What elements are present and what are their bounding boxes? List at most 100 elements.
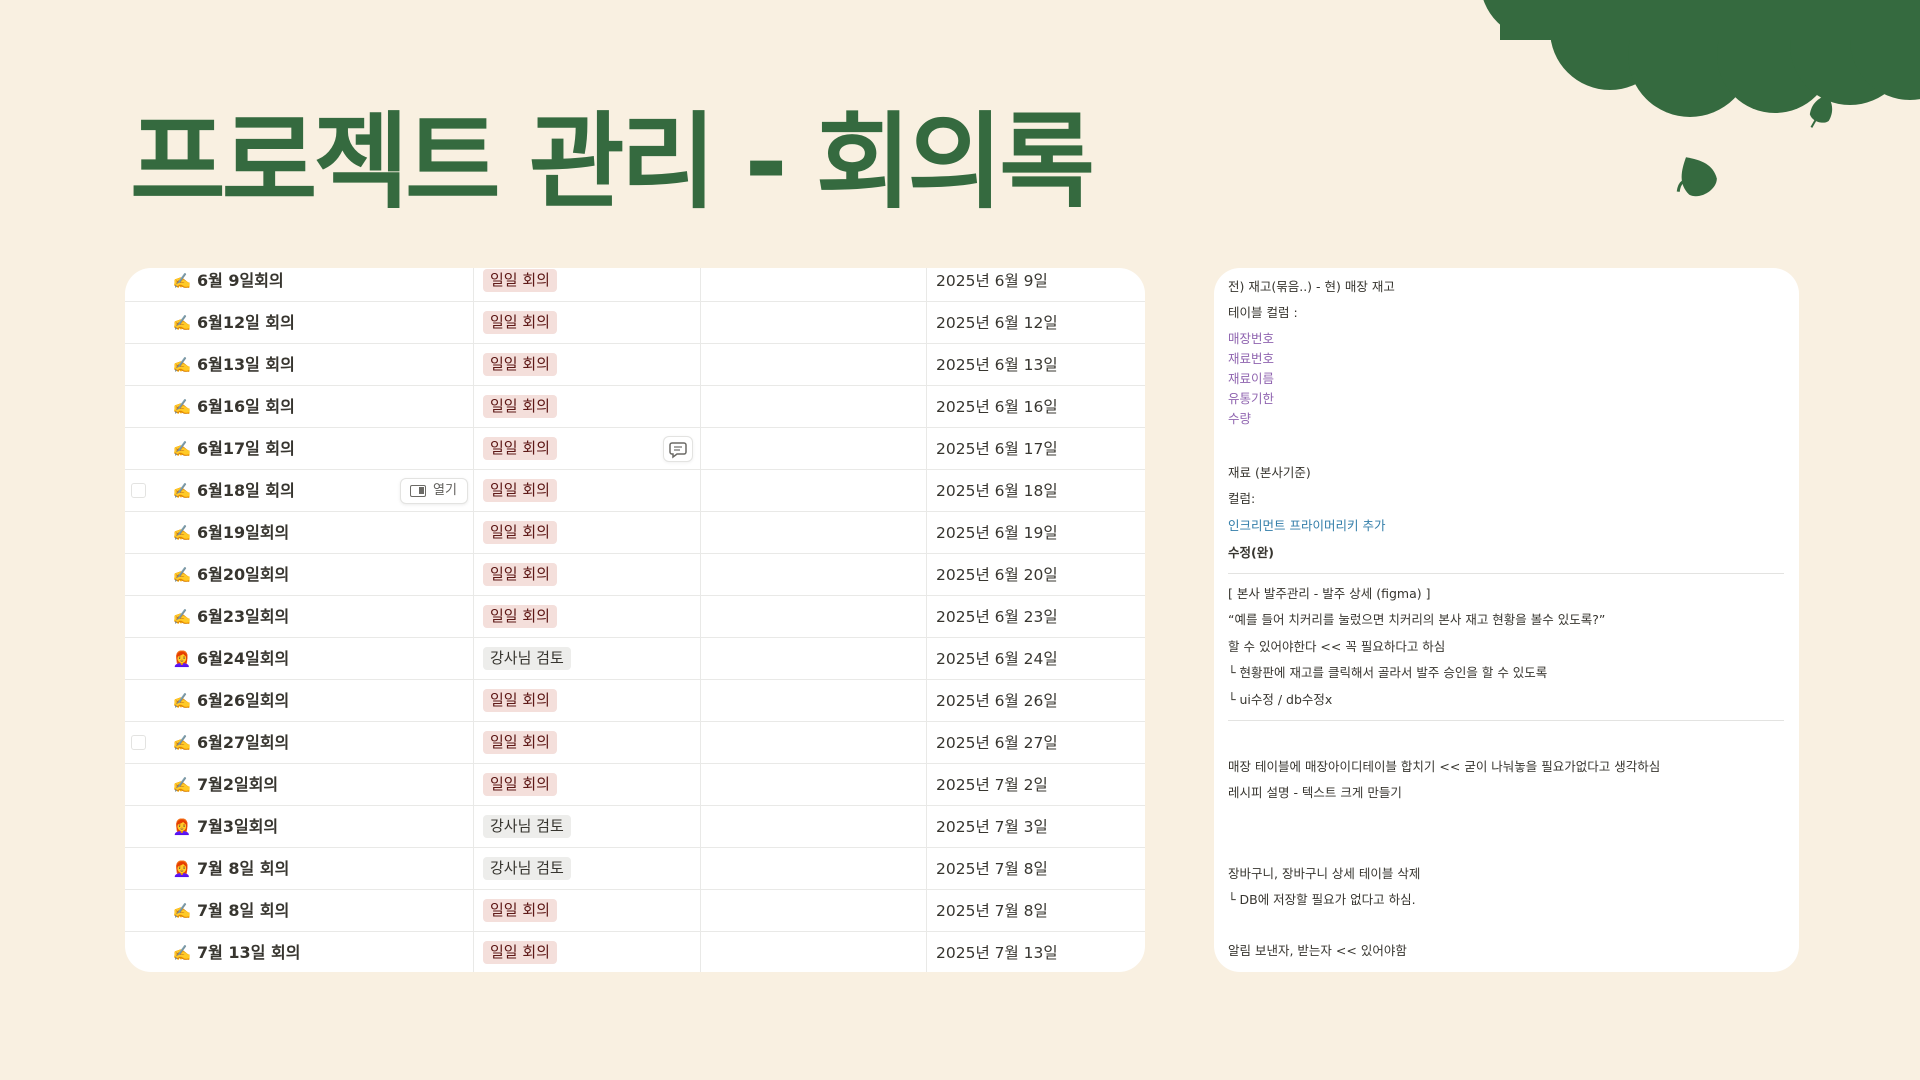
meeting-date: 2025년 7월 8일 [936,860,1048,878]
meeting-title-link[interactable]: 6월24일회의 [197,638,289,680]
note-line: 레시피 설명 - 텍스트 크게 만들기 [1228,785,1402,800]
note-line: [ 본사 발주관리 - 발주 상세 (figma) ] [1228,586,1431,601]
meeting-title-link[interactable]: 6월27일회의 [197,722,289,764]
table-row[interactable]: ✍️ 6월16일 회의 일일 회의 2025년 6월 16일 [125,386,1145,428]
meeting-title-link[interactable]: 6월 9일회의 [197,268,284,302]
writing-hand-icon: ✍️ [172,398,192,416]
table-row[interactable]: ✍️ 7월 8일 회의 일일 회의 2025년 7월 8일 [125,890,1145,932]
open-label: 열기 [433,483,457,498]
table-row[interactable]: 👩‍🦰 7월3일회의 강사님 검토 2025년 7월 3일 [125,806,1145,848]
table-row[interactable]: ✍️ 7월2일회의 일일 회의 2025년 7월 2일 [125,764,1145,806]
meeting-date: 2025년 6월 16일 [936,398,1058,416]
writing-hand-icon: ✍️ [172,734,192,752]
tag-daily-meeting[interactable]: 일일 회의 [483,437,557,460]
table-row[interactable]: ✍️ 6월20일회의 일일 회의 2025년 6월 20일 [125,554,1145,596]
tag-instructor-review[interactable]: 강사님 검토 [483,647,571,670]
comment-icon[interactable] [663,436,693,462]
meeting-date: 2025년 6월 20일 [936,566,1058,584]
meeting-date: 2025년 6월 9일 [936,272,1048,290]
note-line: 수정(완) [1228,545,1274,560]
writing-hand-icon: ✍️ [172,902,192,920]
meeting-title-link[interactable]: 7월3일회의 [197,806,278,848]
meeting-date: 2025년 6월 26일 [936,692,1058,710]
table-row[interactable]: ✍️ 6월23일회의 일일 회의 2025년 6월 23일 [125,596,1145,638]
note-line[interactable]: 인크리먼트 프라이머리키 추가 [1228,517,1385,535]
meeting-date: 2025년 6월 17일 [936,440,1058,458]
writing-hand-icon: ✍️ [172,314,192,332]
tag-daily-meeting[interactable]: 일일 회의 [483,353,557,376]
table-row[interactable]: ✍️ 6월12일 회의 일일 회의 2025년 6월 12일 [125,302,1145,344]
note-line: 수량 [1228,411,1252,426]
meeting-title-link[interactable]: 6월13일 회의 [197,344,295,386]
note-line: 테이블 컬럼 : [1228,305,1298,320]
note-line: “예를 들어 치커리를 눌렀으면 치커리의 본사 재고 현황을 볼수 있도록?” [1228,612,1606,627]
note-line: 재료 (본사기준) [1228,465,1311,480]
tag-daily-meeting[interactable]: 일일 회의 [483,605,557,628]
row-checkbox[interactable] [131,735,146,750]
meeting-title-link[interactable]: 6월17일 회의 [197,428,295,470]
note-line: 유통기한 [1228,391,1275,406]
table-row[interactable]: ✍️ 6월13일 회의 일일 회의 2025년 6월 13일 [125,344,1145,386]
table-row[interactable]: ✍️ 6월27일회의 일일 회의 2025년 6월 27일 [125,722,1145,764]
tag-daily-meeting[interactable]: 일일 회의 [483,563,557,586]
note-line: 매장번호 [1228,331,1275,346]
tag-daily-meeting[interactable]: 일일 회의 [483,395,557,418]
page-title: 프로젝트 관리 - 회의록 [130,101,1095,223]
meeting-title-link[interactable]: 7월 8일 회의 [197,890,289,932]
open-page-button[interactable]: 열기 [400,478,468,504]
meeting-date: 2025년 6월 27일 [936,734,1058,752]
table-row[interactable]: ✍️ 6월 9일회의 일일 회의 2025년 6월 9일 [125,268,1145,302]
meeting-title-link[interactable]: 6월26일회의 [197,680,289,722]
writing-hand-icon: ✍️ [172,524,192,542]
tag-daily-meeting[interactable]: 일일 회의 [483,311,557,334]
table-row[interactable]: 👩‍🦰 6월24일회의 강사님 검토 2025년 6월 24일 [125,638,1145,680]
writing-hand-icon: ✍️ [172,692,192,710]
tag-daily-meeting[interactable]: 일일 회의 [483,899,557,922]
meeting-title-link[interactable]: 7월2일회의 [197,764,278,806]
row-checkbox[interactable] [131,483,146,498]
meeting-title-link[interactable]: 6월12일 회의 [197,302,295,344]
tag-daily-meeting[interactable]: 일일 회의 [483,479,557,502]
table-row[interactable]: ✍️ 6월17일 회의 일일 회의 2025년 6월 17일 [125,428,1145,470]
tag-daily-meeting[interactable]: 일일 회의 [483,941,557,964]
meeting-title-link[interactable]: 7월 13일 회의 [197,932,300,972]
meeting-date: 2025년 6월 18일 [936,482,1058,500]
table-row[interactable]: ✍️ 6월18일 회의 열기 일일 회의 2025년 6월 18일 [125,470,1145,512]
meeting-title-link[interactable]: 6월18일 회의 [197,470,295,512]
tag-daily-meeting[interactable]: 일일 회의 [483,731,557,754]
table-row[interactable]: ✍️ 6월19일회의 일일 회의 2025년 6월 19일 [125,512,1145,554]
note-line: └ ui수정 / db수정x [1228,692,1333,707]
writing-hand-icon: ✍️ [172,482,192,500]
meeting-date: 2025년 6월 12일 [936,314,1058,332]
tag-instructor-review[interactable]: 강사님 검토 [483,857,571,880]
person-icon: 👩‍🦰 [172,818,192,836]
note-line: 알림 보낸자, 받는자 << 있어야함 [1228,943,1407,958]
side-peek-icon [410,485,426,497]
table-row[interactable]: ✍️ 7월 13일 회의 일일 회의 2025년 7월 13일 [125,932,1145,972]
meeting-title-link[interactable]: 6월20일회의 [197,554,289,596]
writing-hand-icon: ✍️ [172,356,192,374]
table-row[interactable]: 👩‍🦰 7월 8일 회의 강사님 검토 2025년 7월 8일 [125,848,1145,890]
note-line: 전) 재고(묶음..) - 현) 매장 재고 [1228,279,1395,294]
person-icon: 👩‍🦰 [172,860,192,878]
meeting-date: 2025년 6월 24일 [936,650,1058,668]
table-row[interactable]: ✍️ 6월26일회의 일일 회의 2025년 6월 26일 [125,680,1145,722]
meeting-title-link[interactable]: 6월23일회의 [197,596,289,638]
meeting-title-link[interactable]: 6월19일회의 [197,512,289,554]
meeting-table: ✍️ 6월 9일회의 일일 회의 2025년 6월 9일 ✍️ 6월12일 회의 일일 회의… [125,268,1145,972]
meeting-date: 2025년 7월 13일 [936,944,1058,962]
meeting-date: 2025년 7월 3일 [936,818,1048,836]
meeting-date: 2025년 6월 13일 [936,356,1058,374]
writing-hand-icon: ✍️ [172,776,192,794]
note-line: └ 현황판에 재고를 클릭해서 골라서 발주 승인을 할 수 있도록 [1228,665,1548,680]
note-line: 매장 테이블에 매장아이디테이블 합치기 << 굳이 나눠놓을 필요가없다고 생… [1228,759,1661,774]
tag-daily-meeting[interactable]: 일일 회의 [483,521,557,544]
leaf-icon [1676,157,1717,197]
tag-daily-meeting[interactable]: 일일 회의 [483,269,557,292]
person-icon: 👩‍🦰 [172,650,192,668]
tag-daily-meeting[interactable]: 일일 회의 [483,773,557,796]
tag-daily-meeting[interactable]: 일일 회의 [483,689,557,712]
tag-instructor-review[interactable]: 강사님 검토 [483,815,571,838]
meeting-title-link[interactable]: 6월16일 회의 [197,386,295,428]
meeting-title-link[interactable]: 7월 8일 회의 [197,848,289,890]
